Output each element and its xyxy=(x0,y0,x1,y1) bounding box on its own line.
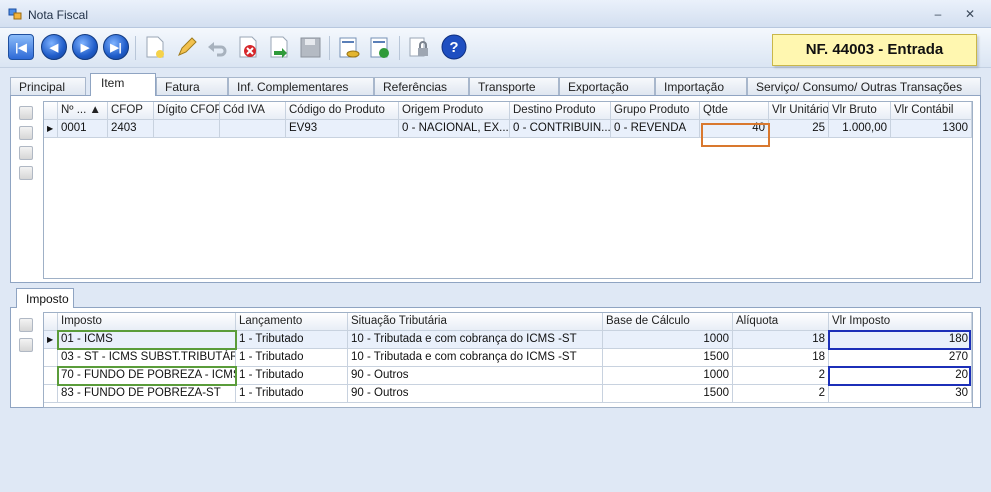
tax-header-row: Imposto Lançamento Situação Tributária B… xyxy=(44,313,972,331)
row-indicator-icon: ▶ xyxy=(44,331,58,349)
col-vlr-unitario[interactable]: Vlr Unitário xyxy=(769,102,829,120)
sum-button[interactable] xyxy=(366,33,394,61)
add-tax-icon[interactable] xyxy=(19,318,33,332)
tab-imposto[interactable]: Imposto xyxy=(16,288,74,308)
title-bar: Nota Fiscal ‒ ✕ xyxy=(0,0,991,28)
note-item-icon[interactable] xyxy=(19,146,33,160)
tax-sidebar xyxy=(15,312,37,492)
table-row[interactable]: ▶ 0001 2403 EV93 0 - NACIONAL, EX... 0 -… xyxy=(44,120,972,138)
items-grid: Nº ... ▲ CFOP Dígito CFOP Cód IVA Código… xyxy=(43,101,973,279)
tax-grid: Imposto Lançamento Situação Tributária B… xyxy=(43,312,973,408)
new-document-icon xyxy=(146,36,164,58)
tax-panel: Imposto Lançamento Situação Tributária B… xyxy=(10,307,981,408)
invoice-badge: NF. 44003 - Entrada xyxy=(772,34,977,66)
items-header-row: Nº ... ▲ CFOP Dígito CFOP Cód IVA Código… xyxy=(44,102,972,120)
tab-inf-complementares[interactable]: Inf. Complementares xyxy=(228,77,374,95)
delete-item-icon[interactable] xyxy=(19,166,33,180)
export-button[interactable] xyxy=(265,33,293,61)
svg-text:?: ? xyxy=(449,39,458,56)
delete-icon xyxy=(239,36,257,58)
col-cod-iva[interactable]: Cód IVA xyxy=(220,102,286,120)
tab-item[interactable]: Item xyxy=(90,73,156,96)
first-record-icon: |◀ xyxy=(8,34,34,60)
previous-record-button[interactable]: ◀ xyxy=(40,33,68,61)
col-grupo-produto[interactable]: Grupo Produto xyxy=(611,102,700,120)
tab-servico-consumo[interactable]: Serviço/ Consumo/ Outras Transações xyxy=(747,77,981,95)
icms-value-highlight-box xyxy=(828,330,971,350)
edit-item-icon[interactable] xyxy=(19,126,33,140)
fundo-pobreza-value-highlight-box xyxy=(828,366,971,386)
icms-highlight-box xyxy=(57,330,237,350)
col-cfop[interactable]: CFOP xyxy=(108,102,154,120)
delete-button[interactable] xyxy=(234,33,262,61)
col-origem-produto[interactable]: Origem Produto xyxy=(399,102,510,120)
next-record-button[interactable]: ▶ xyxy=(71,33,99,61)
undo-icon xyxy=(208,42,227,57)
item-sidebar xyxy=(15,100,37,280)
close-button[interactable]: ✕ xyxy=(960,6,980,22)
coins-report-icon xyxy=(339,37,360,58)
qtde-highlight-box xyxy=(701,123,770,147)
lock-button[interactable] xyxy=(405,33,433,61)
col-vlr-imposto[interactable]: Vlr Imposto xyxy=(829,313,972,331)
last-record-icon: ▶| xyxy=(103,34,129,60)
next-icon: ▶ xyxy=(72,34,98,60)
add-item-icon[interactable] xyxy=(19,106,33,120)
minimize-button[interactable]: ‒ xyxy=(928,6,948,22)
col-base-calculo[interactable]: Base de Cálculo xyxy=(603,313,733,331)
last-record-button[interactable]: ▶| xyxy=(102,33,130,61)
col-numero[interactable]: Nº ... ▲ xyxy=(58,102,108,120)
save-button[interactable] xyxy=(296,33,324,61)
col-digito-cfop[interactable]: Dígito CFOP xyxy=(154,102,220,120)
main-tabs: Principal Item Fatura Inf. Complementare… xyxy=(10,73,981,96)
col-vlr-bruto[interactable]: Vlr Bruto xyxy=(829,102,891,120)
help-button[interactable]: ? xyxy=(440,33,468,61)
col-destino-produto[interactable]: Destino Produto xyxy=(510,102,611,120)
window-title: Nota Fiscal xyxy=(28,8,89,22)
previous-icon: ◀ xyxy=(41,34,67,60)
col-imposto[interactable]: Imposto xyxy=(58,313,236,331)
tab-referencias[interactable]: Referências xyxy=(374,77,469,95)
first-record-button[interactable]: |◀ xyxy=(7,33,35,61)
table-row[interactable]: 03 - ST - ICMS SUBST.TRIBUTÁRIA 1 - Trib… xyxy=(44,349,972,367)
undo-button[interactable] xyxy=(203,33,231,61)
row-indicator-icon: ▶ xyxy=(44,120,58,138)
new-button[interactable] xyxy=(141,33,169,61)
col-codigo-produto[interactable]: Código do Produto xyxy=(286,102,399,120)
delete-tax-icon[interactable] xyxy=(19,338,33,352)
tab-principal[interactable]: Principal xyxy=(10,77,86,95)
tab-exportacao[interactable]: Exportação xyxy=(559,77,655,95)
tab-fatura[interactable]: Fatura xyxy=(156,77,228,95)
window-scrollbar[interactable] xyxy=(981,68,991,408)
table-row[interactable]: 83 - FUNDO DE POBREZA-ST 1 - Tributado 9… xyxy=(44,385,972,403)
col-situacao-tributaria[interactable]: Situação Tributária xyxy=(348,313,603,331)
help-icon: ? xyxy=(441,34,467,60)
col-lancamento[interactable]: Lançamento xyxy=(236,313,348,331)
edit-button[interactable] xyxy=(172,33,200,61)
col-vlr-contabil[interactable]: Vlr Contábil xyxy=(891,102,972,120)
tab-importacao[interactable]: Importação xyxy=(655,77,747,95)
app-icon xyxy=(8,8,22,20)
col-aliquota[interactable]: Alíquota xyxy=(733,313,829,331)
tab-transporte[interactable]: Transporte xyxy=(469,77,559,95)
col-qtde[interactable]: Qtde xyxy=(700,102,769,120)
export-arrow-icon xyxy=(270,36,288,58)
floppy-disk-icon xyxy=(300,37,321,58)
item-panel: Nº ... ▲ CFOP Dígito CFOP Cód IVA Código… xyxy=(10,95,981,283)
fundo-pobreza-highlight-box xyxy=(57,366,237,386)
calculate-button[interactable] xyxy=(335,33,363,61)
lock-icon xyxy=(409,37,428,57)
sort-ascending-icon: ▲ xyxy=(89,104,101,116)
pencil-icon xyxy=(178,37,197,56)
sum-report-icon xyxy=(370,37,389,58)
